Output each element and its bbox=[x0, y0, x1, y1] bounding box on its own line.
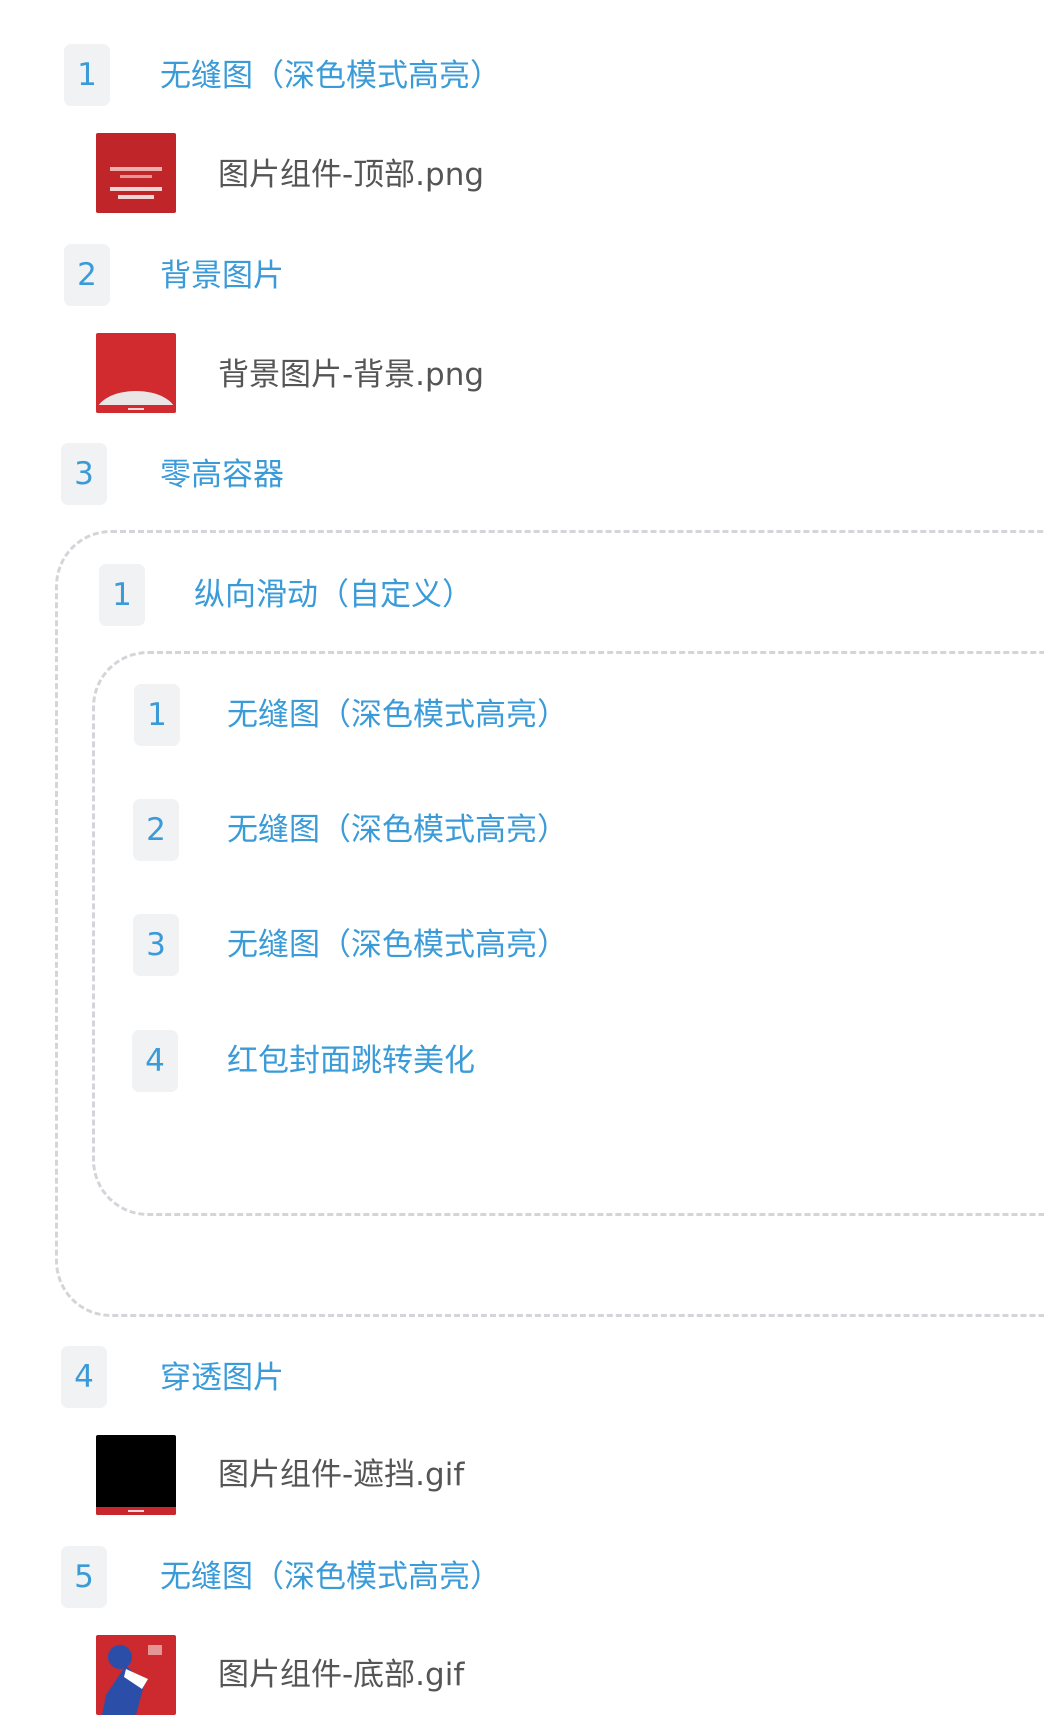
index-badge: 5 bbox=[61, 1546, 107, 1608]
component-title[interactable]: 纵向滑动（自定义） bbox=[194, 575, 473, 615]
component-title[interactable]: 无缝图（深色模式高亮） bbox=[160, 1557, 501, 1597]
index-badge: 3 bbox=[133, 914, 179, 976]
banner-image-thumbnail bbox=[96, 133, 176, 213]
blue-figure-image-icon bbox=[96, 1635, 176, 1715]
banner-image-icon bbox=[96, 133, 176, 213]
index-badge: 1 bbox=[64, 44, 110, 106]
component-title[interactable]: 无缝图（深色模式高亮） bbox=[227, 925, 568, 965]
index-badge: 2 bbox=[64, 244, 110, 306]
index-badge: 1 bbox=[134, 684, 180, 746]
red-background-thumbnail bbox=[96, 333, 176, 413]
blue-figure-thumbnail bbox=[96, 1635, 176, 1715]
index-badge: 4 bbox=[61, 1346, 107, 1408]
component-title[interactable]: 零高容器 bbox=[160, 455, 284, 495]
component-title[interactable]: 无缝图（深色模式高亮） bbox=[227, 810, 568, 850]
black-mask-thumbnail bbox=[96, 1435, 176, 1515]
index-badge: 1 bbox=[99, 564, 145, 626]
component-title[interactable]: 背景图片 bbox=[160, 256, 284, 296]
file-name: 图片组件-底部.gif bbox=[218, 1657, 465, 1693]
index-badge: 4 bbox=[132, 1030, 178, 1092]
index-badge: 3 bbox=[61, 443, 107, 505]
file-name: 图片组件-遮挡.gif bbox=[218, 1457, 465, 1493]
index-badge: 2 bbox=[133, 799, 179, 861]
black-mask-image-icon bbox=[96, 1435, 176, 1515]
component-title[interactable]: 无缝图（深色模式高亮） bbox=[160, 56, 501, 96]
red-background-image-icon bbox=[96, 333, 176, 413]
component-title[interactable]: 穿透图片 bbox=[160, 1358, 284, 1398]
file-name: 背景图片-背景.png bbox=[218, 357, 485, 393]
component-title[interactable]: 无缝图（深色模式高亮） bbox=[227, 695, 568, 735]
component-title[interactable]: 红包封面跳转美化 bbox=[227, 1041, 475, 1081]
file-name: 图片组件-顶部.png bbox=[218, 157, 485, 193]
